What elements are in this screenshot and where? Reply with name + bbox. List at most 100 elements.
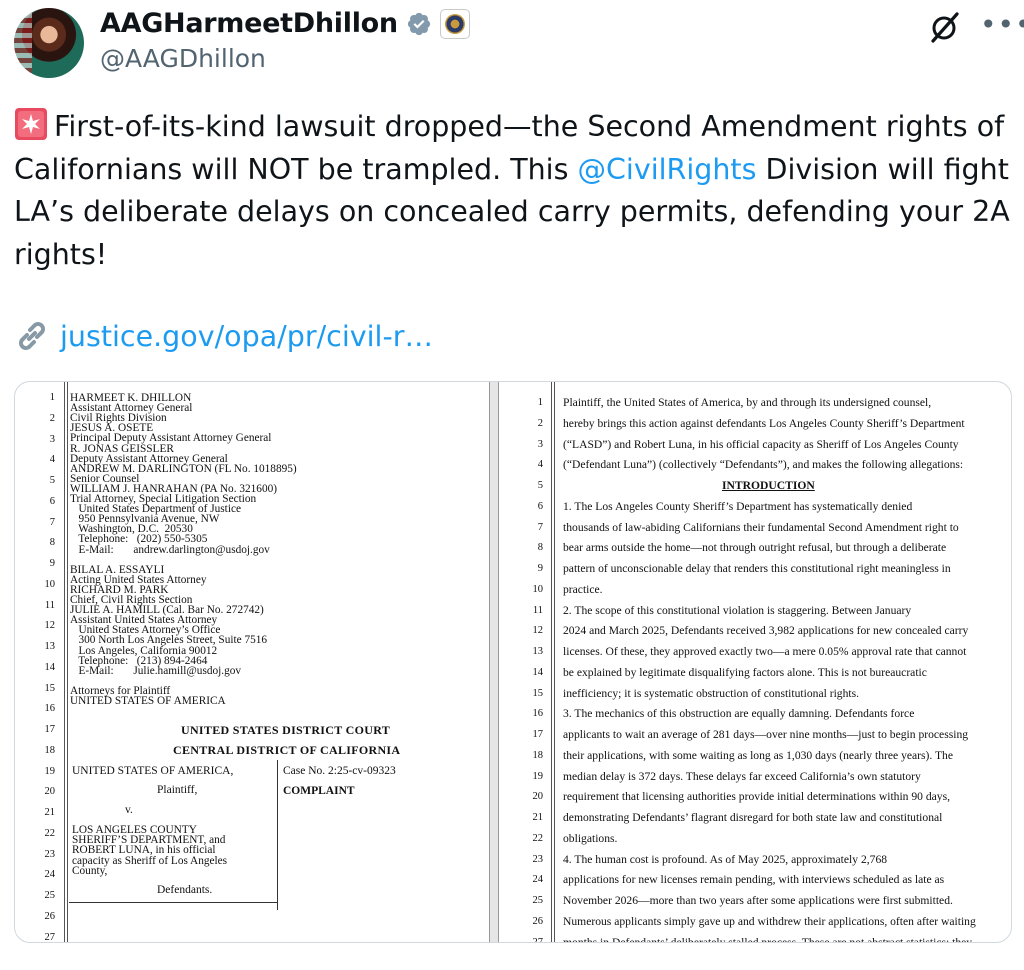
line-number: 7	[49, 516, 55, 528]
body-line: 4. The human cost is profound. As of May…	[563, 852, 888, 866]
margin-rule	[67, 382, 68, 942]
line-number: 5	[49, 475, 55, 486]
line-number: 20	[532, 791, 544, 803]
line-number: 5	[537, 480, 543, 491]
line-number: 27	[532, 936, 544, 943]
line-number: 9	[49, 558, 55, 569]
line-number: 23	[44, 848, 56, 860]
grok-icon[interactable]	[928, 10, 962, 44]
body-line: (“Defendant Luna”) (collectively “Defend…	[563, 458, 964, 472]
line-number: 22	[532, 832, 544, 844]
line-number: 6	[49, 495, 55, 507]
line-number: 18	[532, 749, 544, 761]
body-line: Plaintiff, the United States of America,…	[563, 396, 932, 409]
caption-versus: v.	[125, 804, 133, 816]
counsel-line: E-Mail: andrew.darlington@usdoj.gov	[70, 543, 270, 556]
line-number: 19	[532, 770, 544, 782]
line-number: 10	[532, 583, 544, 595]
body-line: 2. The scope of this constitutional viol…	[563, 603, 912, 617]
body-line: practice.	[563, 582, 603, 596]
external-link[interactable]: justice.gov/opa/pr/civil-r…	[14, 318, 433, 354]
defendant-line: County,	[72, 864, 108, 877]
line-number: 12	[532, 625, 544, 637]
more-icon[interactable]: •••	[980, 11, 1024, 39]
body-line: hereby brings this action against defend…	[563, 416, 965, 430]
counsel-line: UNITED STATES OF AMERICA	[70, 695, 226, 707]
line-number: 27	[44, 931, 56, 943]
line-number: 14	[44, 661, 56, 673]
body-line: 3. The mechanics of this obstruction are…	[563, 707, 915, 721]
margin-rule	[554, 382, 555, 942]
line-number: 1	[537, 397, 543, 408]
complaint-introduction-page: 1 2 3 4 5 6 7 8 9 10 11 12 13 14 15 16 17 18 19 20 21 22 23 24 2…	[493, 382, 1011, 942]
mention-link[interactable]: @CivilRights	[578, 153, 757, 186]
line-number: 25	[44, 890, 56, 901]
line-number: 16	[44, 703, 56, 715]
caption-defendant-role: Defendants.	[157, 884, 213, 896]
line-number: 22	[44, 827, 56, 839]
line-number: 21	[532, 812, 544, 823]
body-line: months in Defendants’ deliberately stall…	[563, 935, 973, 943]
section-heading: INTRODUCTION	[722, 479, 815, 492]
line-number: 3	[49, 433, 55, 445]
margin-rule	[64, 382, 65, 942]
body-line: demonstrating Defendants’ flagrant disre…	[563, 811, 943, 824]
avatar[interactable]	[14, 8, 84, 78]
line-number: 15	[532, 687, 544, 699]
body-line: requirement that licensing authorities p…	[563, 790, 951, 804]
siren-emoji-icon	[15, 108, 47, 140]
district-name: CENTRAL DISTRICT OF CALIFORNIA	[173, 743, 401, 757]
document-image[interactable]: 1 2 3 4 5 6 7 8 9 10 11 12 13 14 15 16 17 18 19 20 21 22 23 24 2…	[14, 381, 1012, 943]
line-number: 4	[49, 454, 55, 466]
line-number: 20	[44, 786, 56, 798]
line-number: 21	[44, 807, 56, 818]
line-number: 17	[532, 729, 544, 740]
doj-seal-icon[interactable]	[439, 8, 470, 39]
body-line: (“LASD”) and Robert Luna, in his officia…	[563, 437, 959, 451]
line-number: 10	[44, 578, 56, 590]
line-number: 8	[49, 537, 55, 549]
case-number: Case No. 2:25-cv-09323	[283, 765, 396, 777]
line-number: 1	[49, 392, 55, 403]
author-name-row: AAGHarmeetDhillon	[100, 8, 470, 39]
line-number: 14	[532, 666, 544, 678]
body-line: applications for new licenses remain pen…	[563, 873, 945, 887]
line-number: 23	[532, 853, 544, 865]
line-number: 24	[44, 869, 56, 881]
body-line: be explained by legitimate disqualifying…	[563, 665, 927, 679]
line-number: 11	[532, 604, 543, 616]
document-type: COMPLAINT	[283, 785, 355, 797]
caption-bottom-rule	[69, 902, 277, 903]
line-number: 6	[537, 500, 543, 512]
line-number: 3	[537, 438, 543, 450]
line-number: 9	[537, 563, 543, 574]
tweet-text: First-of-its-kind lawsuit dropped—the Se…	[14, 106, 1014, 276]
line-number: 26	[532, 915, 544, 927]
line-number: 12	[44, 620, 56, 632]
complaint-caption-page: 1 2 3 4 5 6 7 8 9 10 11 12 13 14 15 16 17 18 19 20 21 22 23 24 2…	[15, 382, 491, 942]
link-text[interactable]: justice.gov/opa/pr/civil-r…	[60, 320, 433, 353]
margin-rule	[551, 382, 552, 942]
line-number: 2	[49, 412, 55, 424]
line-number: 4	[537, 459, 543, 471]
body-line: obligations.	[563, 831, 618, 845]
line-number: 16	[532, 708, 544, 720]
caption-plaintiff-role: Plaintiff,	[157, 784, 198, 796]
handle[interactable]: @AAGDhillon	[100, 44, 266, 73]
line-number: 2	[537, 417, 543, 429]
body-line: November 2026—more than two years after …	[563, 894, 953, 907]
body-line: Numerous applicants simply gave up and w…	[563, 914, 976, 928]
body-line: thousands of law-abiding Californians th…	[563, 520, 959, 534]
body-line: pattern of unconscionable delay that ren…	[563, 562, 951, 575]
body-line: 2024 and March 2025, Defendants received…	[563, 624, 969, 638]
display-name[interactable]: AAGHarmeetDhillon	[100, 8, 398, 39]
body-line: inefficiency; it is systematic obstructi…	[563, 686, 860, 700]
body-line: 1. The Los Angeles County Sheriff’s Depa…	[563, 499, 913, 513]
verified-badge-icon[interactable]	[406, 11, 432, 37]
line-number: 8	[537, 542, 543, 554]
line-number: 13	[44, 641, 56, 652]
court-name: UNITED STATES DISTRICT COURT	[181, 723, 391, 737]
body-line: median delay is 372 days. These delays f…	[563, 769, 921, 783]
line-number: 17	[44, 724, 56, 735]
caption-plaintiff: UNITED STATES OF AMERICA,	[72, 765, 234, 777]
